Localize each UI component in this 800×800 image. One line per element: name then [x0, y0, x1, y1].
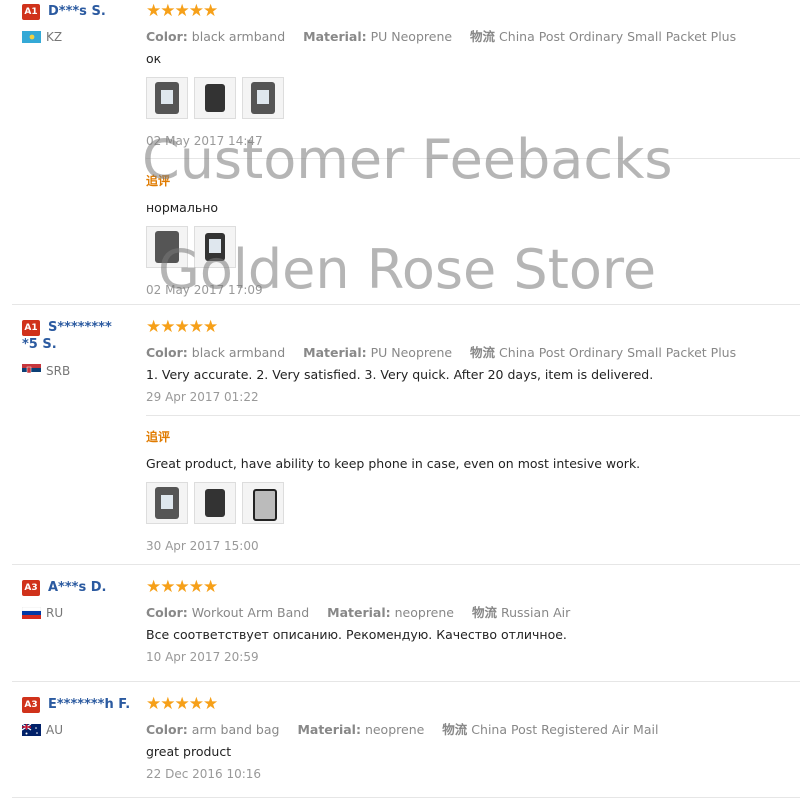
followup-photos [146, 482, 284, 524]
material-value: neoprene [394, 605, 454, 620]
review-date: 22 Dec 2016 10:16 [146, 767, 262, 781]
order-attributes: Color: Workout Arm Band Material: neopre… [146, 602, 570, 621]
reviewer-country: KZ [46, 30, 63, 44]
shipping-value: China Post Registered Air Mail [471, 722, 659, 737]
buyer-level-badge: A3 [22, 697, 40, 713]
shipping-label: 物流 [470, 345, 496, 360]
review-photo-thumbnail[interactable] [146, 482, 188, 524]
reviewer-name[interactable]: D***s S. [48, 4, 106, 20]
material-value: PU Neoprene [370, 29, 453, 44]
followup-text: Great product, have ability to keep phon… [146, 456, 641, 471]
review-photo-thumbnail[interactable] [242, 482, 284, 524]
material-label: Material: [303, 29, 367, 44]
shipping-label: 物流 [471, 605, 497, 620]
color-value: Workout Arm Band [191, 605, 310, 620]
review-divider [12, 304, 800, 305]
star-rating: ★★★★★ [146, 694, 218, 714]
divider [146, 158, 800, 159]
shipping-label: 物流 [442, 722, 468, 737]
review-date: 10 Apr 2017 20:59 [146, 650, 259, 664]
review-text: great product [146, 744, 232, 759]
order-attributes: Color: arm band bag Material: neoprene 物… [146, 719, 658, 738]
review-photo-thumbnail[interactable] [194, 77, 236, 119]
material-value: PU Neoprene [370, 345, 453, 360]
buyer-level-badge: A1 [22, 4, 40, 20]
reviewer-country: AU [46, 723, 63, 737]
material-label: Material: [303, 345, 367, 360]
reviewer-country: SRB [46, 364, 71, 378]
shipping-value: Russian Air [500, 605, 571, 620]
rs-flag-icon [22, 364, 41, 376]
ru-flag-icon [22, 607, 41, 619]
color-value: black armband [191, 345, 286, 360]
review-text: 1. Very accurate. 2. Very satisfied. 3. … [146, 367, 654, 382]
review-text: Все соответствует описанию. Рекомендую. … [146, 627, 567, 642]
shipping-value: China Post Ordinary Small Packet Plus [499, 345, 737, 360]
material-label: Material: [297, 722, 361, 737]
review-photo-thumbnail[interactable] [194, 226, 236, 268]
kz-flag-icon [22, 31, 41, 43]
followup-date: 02 May 2017 17:09 [146, 283, 263, 297]
material-value: neoprene [364, 722, 425, 737]
review-photos [146, 77, 284, 119]
reviewer-name[interactable]: A***s D. [48, 580, 106, 596]
color-value: arm band bag [191, 722, 280, 737]
review-date: 02 May 2017 14:47 [146, 134, 263, 148]
color-label: Color: [146, 722, 188, 737]
reviewer-country: RU [46, 606, 64, 620]
color-label: Color: [146, 345, 188, 360]
review-photo-thumbnail[interactable] [194, 482, 236, 524]
additional-feedback-label: 追评 [146, 174, 171, 188]
review-divider [12, 797, 800, 798]
au-flag-icon [22, 724, 41, 736]
star-rating: ★★★★★ [146, 1, 218, 21]
material-label: Material: [327, 605, 391, 620]
star-rating: ★★★★★ [146, 577, 218, 597]
shipping-label: 物流 [470, 29, 496, 44]
buyer-level-badge: A3 [22, 580, 40, 596]
review-photo-thumbnail[interactable] [146, 226, 188, 268]
review-photo-thumbnail[interactable] [242, 77, 284, 119]
review-photo-thumbnail[interactable] [146, 77, 188, 119]
order-attributes: Color: black armband Material: PU Neopre… [146, 26, 736, 45]
review-date: 29 Apr 2017 01:22 [146, 390, 259, 404]
order-attributes: Color: black armband Material: PU Neopre… [146, 342, 736, 361]
followup-photos [146, 226, 236, 268]
color-label: Color: [146, 29, 188, 44]
reviewer-name[interactable]: E*******h F. [48, 697, 130, 713]
followup-date: 30 Apr 2017 15:00 [146, 539, 259, 553]
followup-text: нормально [146, 200, 219, 215]
review-divider [12, 564, 800, 565]
color-value: black armband [191, 29, 286, 44]
reviewer-name[interactable]: S*********5 S. [22, 319, 114, 353]
review-divider [12, 681, 800, 682]
star-rating: ★★★★★ [146, 317, 218, 337]
shipping-value: China Post Ordinary Small Packet Plus [499, 29, 737, 44]
color-label: Color: [146, 605, 188, 620]
review-text: ок [146, 51, 162, 66]
divider [146, 415, 800, 416]
additional-feedback-label: 追评 [146, 430, 171, 444]
